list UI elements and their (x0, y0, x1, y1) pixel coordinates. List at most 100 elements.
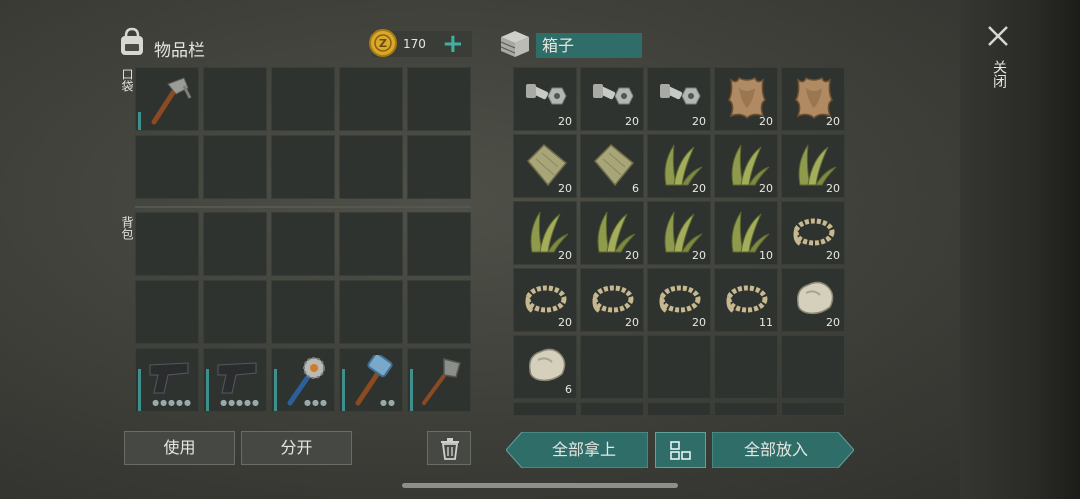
item-quantity: 6 (632, 182, 639, 195)
box-slot[interactable] (513, 402, 577, 416)
backpack-slot[interactable] (339, 280, 403, 344)
box-slot[interactable]: 20 (781, 67, 845, 131)
item-quantity: 20 (625, 115, 639, 128)
item-quantity: 20 (558, 115, 572, 128)
box-slot[interactable]: 20 (714, 67, 778, 131)
pocket-slot[interactable] (407, 67, 471, 131)
put-all-button[interactable]: 全部放入 (714, 432, 838, 468)
backpack-icon (121, 27, 143, 55)
durability-dots: ●● (380, 398, 396, 407)
split-button[interactable]: 分开 (241, 431, 352, 465)
pocket-slot[interactable] (203, 67, 267, 131)
box-slot[interactable]: 11 (714, 268, 778, 332)
close-label[interactable]: 关闭 (989, 60, 1009, 88)
backpack-slot[interactable] (271, 280, 335, 344)
backpack-slot[interactable] (271, 212, 335, 276)
hotbar-slot-hammer[interactable]: ●● (339, 348, 403, 412)
use-button[interactable]: 使用 (124, 431, 235, 465)
take-all-button[interactable]: 全部拿上 (522, 432, 646, 468)
box-slot[interactable] (580, 402, 644, 416)
box-slot[interactable]: 6 (513, 335, 577, 399)
shovel-icon (422, 358, 461, 405)
pocket-label: 口袋 (120, 68, 134, 92)
box-slot[interactable]: 10 (714, 201, 778, 265)
item-quantity: 20 (759, 182, 773, 195)
box-slot[interactable] (781, 402, 845, 416)
hotbar-slot-shovel[interactable] (407, 348, 471, 412)
durability-dots: ●●●●● (220, 398, 260, 407)
coin-count: 170 (403, 37, 426, 51)
item-quantity: 20 (625, 316, 639, 329)
pocket-slot[interactable] (203, 135, 267, 199)
box-slot[interactable] (580, 335, 644, 399)
backpack-label: 背包 (120, 216, 134, 240)
box-slot[interactable]: 20 (781, 268, 845, 332)
box-slot[interactable]: 20 (781, 134, 845, 198)
box-slot[interactable]: 20 (580, 201, 644, 265)
sort-grid-icon (670, 441, 691, 460)
svg-text:Z: Z (379, 37, 387, 50)
item-quantity: 20 (826, 249, 840, 262)
box-slot[interactable]: 20 (647, 201, 711, 265)
pocket-slot[interactable] (271, 135, 335, 199)
item-quantity: 10 (759, 249, 773, 262)
box-slot[interactable]: 20 (647, 134, 711, 198)
pocket-slot[interactable] (271, 67, 335, 131)
backpack-slot[interactable] (135, 212, 199, 276)
box-slot[interactable]: 20 (714, 134, 778, 198)
box-slot[interactable]: 20 (647, 67, 711, 131)
item-quantity: 6 (565, 383, 572, 396)
add-coins-button[interactable]: + (442, 30, 464, 58)
hotbar-slot-pistol[interactable]: ●●●●● (203, 348, 267, 412)
item-quantity: 20 (826, 182, 840, 195)
item-quantity: 20 (625, 249, 639, 262)
hotbar-slot-spiked-mace[interactable]: ●●● (271, 348, 335, 412)
item-quantity: 20 (692, 249, 706, 262)
item-quantity: 20 (692, 316, 706, 329)
box-slot[interactable]: 20 (513, 134, 577, 198)
sort-button[interactable] (655, 432, 706, 468)
item-quantity: 20 (826, 316, 840, 329)
pocket-slot[interactable] (135, 135, 199, 199)
pocket-slot[interactable] (407, 135, 471, 199)
box-slot[interactable]: 20 (647, 268, 711, 332)
box-slot[interactable]: 20 (513, 268, 577, 332)
item-quantity: 20 (692, 182, 706, 195)
hotbar-slot-pistol[interactable]: ●●●●● (135, 348, 199, 412)
pickaxe-icon (151, 77, 192, 125)
box-slot[interactable] (714, 335, 778, 399)
box-slot[interactable] (647, 402, 711, 416)
item-quantity: 20 (558, 316, 572, 329)
backpack-slot[interactable] (135, 280, 199, 344)
box-slot[interactable]: 20 (580, 268, 644, 332)
box-slot[interactable]: 20 (580, 67, 644, 131)
backpack-slot[interactable] (203, 212, 267, 276)
item-quantity: 20 (558, 249, 572, 262)
box-slot[interactable]: 6 (580, 134, 644, 198)
backpack-slot[interactable] (203, 280, 267, 344)
item-quantity: 20 (826, 115, 840, 128)
backpack-slot[interactable] (407, 212, 471, 276)
box-slot[interactable] (781, 335, 845, 399)
backpack-slot[interactable] (407, 280, 471, 344)
box-slot[interactable] (714, 402, 778, 416)
pocket-slot[interactable] (339, 67, 403, 131)
section-divider (135, 206, 471, 208)
item-quantity: 20 (759, 115, 773, 128)
pistol-icon (217, 362, 257, 394)
durability-dots: ●●●●● (152, 398, 192, 407)
close-icon[interactable] (987, 25, 1009, 47)
box-slot[interactable]: 20 (513, 67, 577, 131)
pistol-icon (149, 362, 189, 394)
box-slot[interactable]: 20 (513, 201, 577, 265)
item-quantity: 20 (558, 182, 572, 195)
box-title: 箱子 (536, 33, 642, 58)
pocket-slot[interactable] (339, 135, 403, 199)
box-slot[interactable]: 20 (781, 201, 845, 265)
box-slot[interactable] (647, 335, 711, 399)
item-quantity: 20 (692, 115, 706, 128)
pocket-slot-pickaxe[interactable] (135, 67, 199, 131)
backpack-slot[interactable] (339, 212, 403, 276)
durability-dots: ●●● (304, 398, 328, 407)
trash-button[interactable] (427, 431, 471, 465)
